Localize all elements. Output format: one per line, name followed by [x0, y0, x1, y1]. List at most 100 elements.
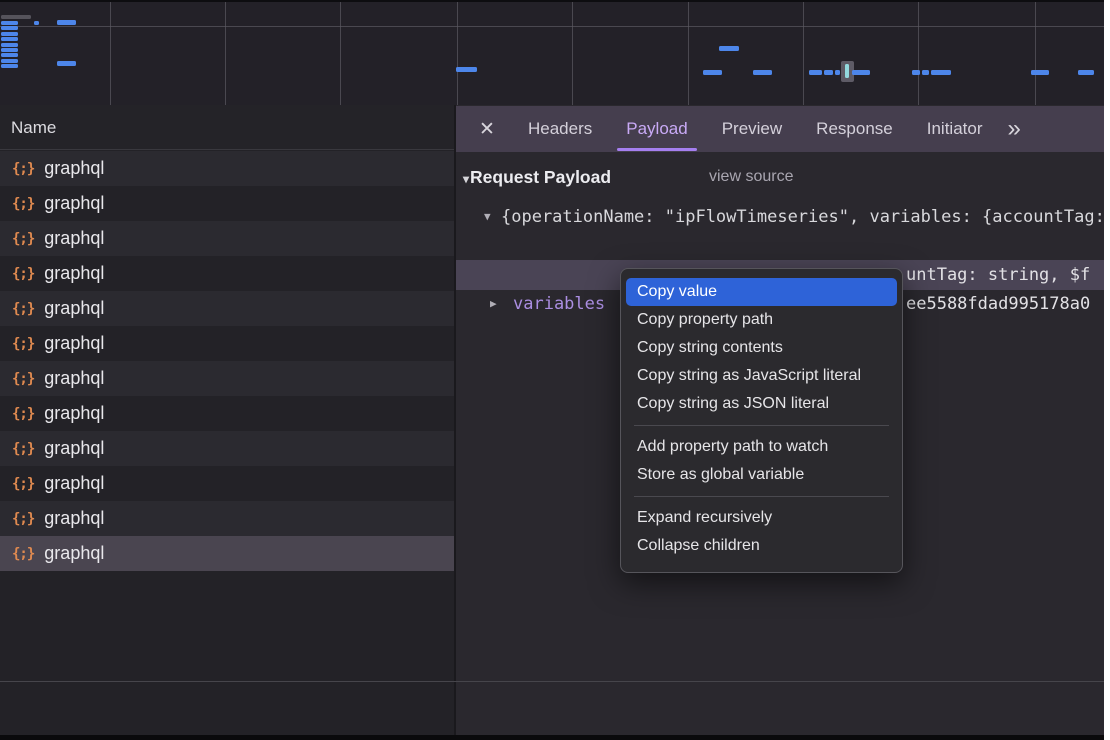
network-request-row[interactable]: {;} graphql: [0, 186, 454, 221]
overview-request-bar: [1, 53, 18, 57]
network-request-row[interactable]: {;} graphql: [0, 361, 454, 396]
window-bottom-edge: [0, 735, 1104, 740]
context-menu-item[interactable]: Copy string as JSON literal: [621, 390, 902, 418]
more-tabs-icon[interactable]: »: [1007, 106, 1020, 152]
json-braces-icon: {;}: [12, 476, 34, 492]
tab-preview[interactable]: Preview: [705, 106, 799, 152]
overview-gridline: [688, 2, 689, 105]
network-overview[interactable]: [0, 0, 1104, 105]
json-braces-icon: {;}: [12, 301, 34, 317]
network-request-row[interactable]: {;}graphql: [0, 536, 454, 571]
screenshot-root: Name {;}graphql{;}graphql{;}graphql{;}gr…: [0, 0, 1110, 740]
tab-response[interactable]: Response: [799, 106, 910, 152]
overview-request-bar: [456, 67, 477, 72]
expanded-triangle-icon[interactable]: ▼: [484, 202, 491, 232]
overview-gridline: [803, 2, 804, 105]
overview-gridline: [457, 2, 458, 105]
network-request-row[interactable]: {;} graphql: [0, 431, 454, 466]
overview-gridline: [918, 2, 919, 105]
menu-separator: [634, 425, 889, 426]
request-name-label: graphql: [44, 368, 104, 389]
context-menu-item[interactable]: Copy property path: [621, 306, 902, 334]
json-braces-icon: {;}: [12, 441, 34, 457]
property-key: variables: [513, 289, 605, 319]
network-request-row[interactable]: {;}graphql: [0, 151, 454, 186]
request-rows: {;} graphql {;} graphql {;} graphql {;} graphql…: [0, 151, 454, 571]
overview-gridline: [340, 2, 341, 105]
context-menu-item[interactable]: Copy value: [626, 278, 897, 306]
overview-request-bar: [824, 70, 833, 75]
network-request-row[interactable]: {;} graphql: [0, 291, 454, 326]
request-name-label: graphql: [44, 263, 104, 284]
tab-headers[interactable]: Headers: [511, 106, 609, 152]
overview-request-bar: [719, 46, 739, 51]
json-braces-icon: {;}: [12, 196, 34, 212]
overview-request-bar: [1, 48, 18, 52]
tab-initiator[interactable]: Initiator: [910, 106, 1000, 152]
close-icon[interactable]: ✕: [475, 118, 499, 141]
context-menu-item[interactable]: Expand recursively: [621, 504, 902, 532]
overview-request-bar: [1, 15, 31, 19]
overview-gridline: [1035, 2, 1036, 105]
context-menu-item[interactable]: Copy string contents: [621, 334, 902, 362]
overview-request-bar: [931, 70, 951, 75]
request-name-label: graphql: [44, 473, 104, 494]
request-name-label: graphql: [44, 298, 104, 319]
name-column-header[interactable]: Name: [0, 105, 454, 150]
collapsed-triangle-icon[interactable]: ▶: [490, 289, 497, 319]
request-name-label: graphql: [44, 158, 104, 179]
network-request-row[interactable]: {;}graphql: [0, 501, 454, 536]
overview-request-bar: [1078, 70, 1094, 75]
context-menu-item[interactable]: Collapse children: [621, 532, 902, 560]
view-source-link[interactable]: view source: [709, 165, 793, 189]
overview-request-bar: [809, 70, 822, 75]
property-preview-right: ee5588fdad995178a0: [906, 289, 1090, 319]
overview-request-bar: [835, 70, 840, 75]
overview-gridline: [110, 2, 111, 105]
overview-request-bar: [34, 21, 39, 25]
network-request-row[interactable]: {;} graphql: [0, 466, 454, 501]
overview-request-bar: [57, 61, 76, 66]
overview-request-bar: [845, 64, 849, 78]
overview-request-bar: [753, 70, 772, 75]
network-request-row[interactable]: {;}graphql: [0, 256, 454, 291]
overview-request-bar: [1031, 70, 1049, 75]
tab-payload[interactable]: Payload: [609, 106, 704, 152]
request-name-label: graphql: [44, 403, 104, 424]
menu-separator: [634, 496, 889, 497]
status-bar-divider: [0, 681, 1104, 682]
overview-request-bar: [703, 70, 722, 75]
request-name-label: graphql: [44, 543, 104, 564]
object-preview-text: {operationName: "ipFlowTimeseries", vari…: [501, 202, 1104, 232]
request-name-label: graphql: [44, 438, 104, 459]
overview-request-bar: [1, 64, 18, 68]
overview-request-bar: [922, 70, 929, 75]
context-menu: Copy valueCopy property pathCopy string …: [620, 268, 903, 573]
request-name-label: graphql: [44, 333, 104, 354]
collapse-triangle-icon: ▾: [463, 172, 469, 186]
request-name-label: graphql: [44, 228, 104, 249]
network-request-row[interactable]: {;} graphql: [0, 221, 454, 256]
network-request-row[interactable]: {;}graphql: [0, 326, 454, 361]
request-name-label: graphql: [44, 508, 104, 529]
request-name-label: graphql: [44, 193, 104, 214]
context-menu-item[interactable]: Add property path to watch: [621, 433, 902, 461]
payload-preview-row[interactable]: ▼ {operationName: "ipFlowTimeseries", va…: [456, 202, 1104, 232]
overview-request-bar: [1, 37, 18, 41]
property-string-value-right: untTag: string, $f: [906, 260, 1090, 290]
context-menu-item[interactable]: Store as global variable: [621, 461, 902, 489]
request-payload-section-header[interactable]: ▾Request Payload: [463, 165, 611, 189]
payload-property-operationName[interactable]: operationName: "ipFlowTimeseries": [456, 231, 1104, 261]
json-braces-icon: {;}: [12, 371, 34, 387]
overview-request-bar: [1, 59, 18, 63]
overview-request-bar: [912, 70, 920, 75]
overview-request-bar: [852, 70, 870, 75]
json-braces-icon: {;}: [12, 406, 34, 422]
section-title: Request Payload: [470, 167, 611, 187]
context-menu-item[interactable]: Copy string as JavaScript literal: [621, 362, 902, 390]
json-braces-icon: {;}: [12, 231, 34, 247]
detail-tab-bar: ✕ HeadersPayloadPreviewResponseInitiator…: [456, 106, 1104, 152]
overview-horizontal-gridline: [0, 26, 1104, 27]
network-request-row[interactable]: {;} graphql: [0, 396, 454, 431]
overview-request-bar: [1, 32, 18, 36]
